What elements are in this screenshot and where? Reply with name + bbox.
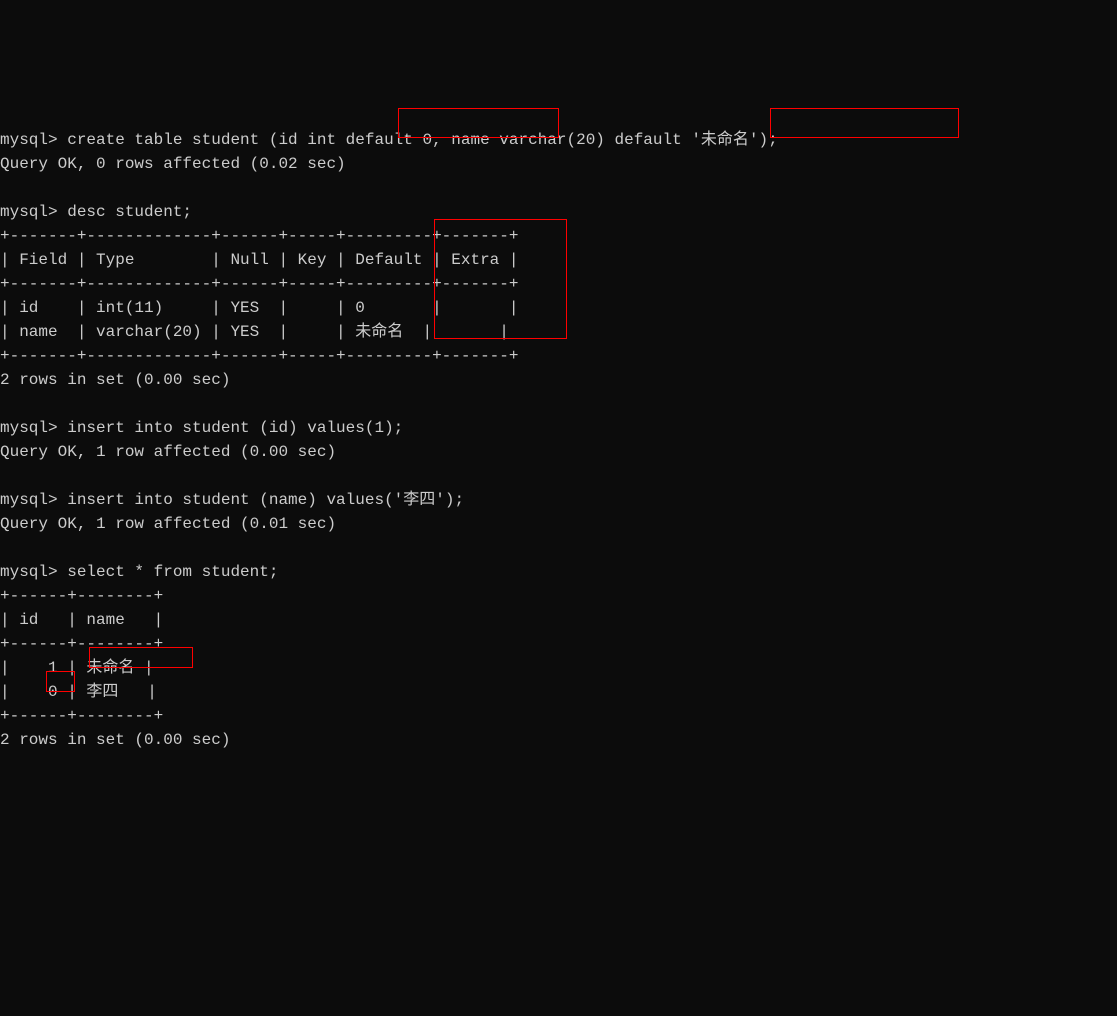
mysql-prompt: mysql> (0, 563, 58, 581)
create-table-suffix: ); (759, 131, 778, 149)
desc-border-mid: +-------+-------------+------+-----+----… (0, 275, 518, 293)
desc-border-top: +-------+-------------+------+-----+----… (0, 227, 518, 245)
mysql-prompt: mysql> (0, 203, 58, 221)
insert-id-result: Query OK, 1 row affected (0.00 sec) (0, 443, 336, 461)
create-table-mid: name varchar(20) (442, 131, 615, 149)
default-0-highlight: default 0, (346, 131, 442, 149)
mysql-prompt: mysql> (0, 131, 58, 149)
select-border-bot: +------+--------+ (0, 707, 163, 725)
select-border-mid: +------+--------+ (0, 635, 163, 653)
query-result-1: Query OK, 0 rows affected (0.02 sec) (0, 155, 346, 173)
mysql-prompt: mysql> (0, 491, 58, 509)
desc-border-bot: +-------+-------------+------+-----+----… (0, 347, 518, 365)
select-result: 2 rows in set (0.00 sec) (0, 731, 230, 749)
desc-row-1: | id | int(11) | YES | | 0 | | (0, 299, 518, 317)
select-row-2: | 0 | 李四 | (0, 683, 157, 701)
desc-header: | Field | Type | Null | Key | Default | … (0, 251, 518, 269)
create-table-prefix: create table student (id int (58, 131, 346, 149)
highlight-box-default-name (770, 108, 959, 138)
terminal-output: mysql> create table student (id int defa… (0, 104, 1117, 896)
select-row-1: | 1 | 未命名 | (0, 659, 154, 677)
default-name-highlight: default '未命名' (615, 131, 759, 149)
insert-name-result: Query OK, 1 row affected (0.01 sec) (0, 515, 336, 533)
select-command: select * from student; (58, 563, 279, 581)
desc-result: 2 rows in set (0.00 sec) (0, 371, 230, 389)
mysql-prompt: mysql> (0, 419, 58, 437)
desc-command: desc student; (58, 203, 192, 221)
insert-id-command: insert into student (id) values(1); (58, 419, 404, 437)
desc-row-2: | name | varchar(20) | YES | | 未命名 | | (0, 323, 509, 341)
select-header: | id | name | (0, 611, 163, 629)
select-border-top: +------+--------+ (0, 587, 163, 605)
insert-name-command: insert into student (name) values('李四'); (58, 491, 464, 509)
